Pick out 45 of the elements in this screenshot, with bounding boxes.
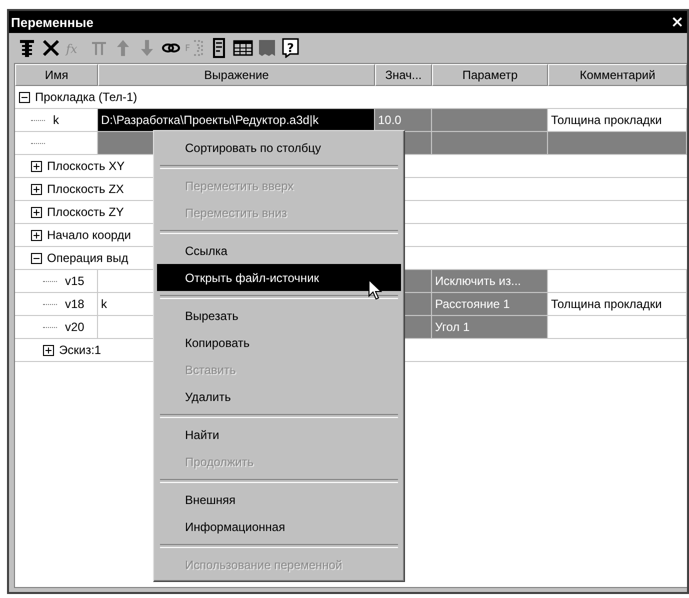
tree-node-label: Плоскость ZX bbox=[47, 182, 124, 196]
expand-icon[interactable] bbox=[31, 184, 42, 194]
column-header[interactable]: Параметр bbox=[432, 64, 548, 86]
table-icon[interactable] bbox=[233, 38, 253, 58]
column-header[interactable]: Имя bbox=[15, 64, 98, 86]
tree-node-label: Начало коорди bbox=[47, 228, 131, 242]
column-header[interactable]: Выражение bbox=[98, 64, 375, 86]
tree-node-label: Прокладка (Тел-1) bbox=[35, 90, 138, 104]
variable-name: v15 bbox=[65, 274, 84, 288]
delete-icon[interactable] bbox=[41, 38, 61, 58]
help-icon[interactable]: ? bbox=[281, 38, 301, 58]
table-cell: Угол 1 bbox=[432, 316, 548, 338]
variable-name: k bbox=[53, 113, 59, 127]
table-cell: Толщина прокладки bbox=[548, 293, 687, 315]
expand-icon[interactable] bbox=[31, 206, 42, 218]
tree-node-label: Плоскость XY bbox=[47, 159, 125, 173]
expand-icon[interactable] bbox=[31, 230, 42, 240]
collapse-icon[interactable] bbox=[19, 92, 30, 102]
menu-item[interactable]: Ссылка bbox=[157, 237, 401, 264]
collapse-icon[interactable] bbox=[31, 252, 42, 264]
expand-icon[interactable] bbox=[31, 160, 42, 172]
menu-item[interactable]: Сортировать по столбцу bbox=[157, 134, 401, 161]
menu-item[interactable]: Внешняя bbox=[157, 486, 401, 513]
window-title: Переменные bbox=[11, 14, 94, 30]
table-cell: Исключить из... bbox=[432, 270, 548, 292]
expand-icon[interactable] bbox=[43, 344, 54, 356]
table-cell[interactable]: D:\Разработка\Проекты\Редуктор.a3d|k bbox=[98, 109, 375, 131]
tree-node-label: Эскиз:1 bbox=[59, 343, 102, 357]
table-cell: Расстояние 1 bbox=[432, 293, 548, 315]
pointer-icon bbox=[368, 279, 382, 301]
tree-node-label: Плоскость ZY bbox=[47, 205, 124, 219]
menu-item[interactable]: Вырезать bbox=[157, 302, 401, 329]
menu-item[interactable]: Копировать bbox=[157, 329, 401, 356]
menu-item[interactable]: Информационная bbox=[157, 513, 401, 540]
table-cell: Толщина прокладки bbox=[548, 109, 687, 131]
table-cell: 10.0 bbox=[375, 109, 432, 131]
menu-item[interactable]: Найти bbox=[157, 421, 401, 448]
book-icon[interactable] bbox=[257, 38, 277, 58]
menu-item[interactable]: Открыть файл-источник bbox=[157, 264, 401, 291]
tree-node-label: Операция выд bbox=[47, 251, 128, 265]
variable-name: v20 bbox=[65, 320, 84, 334]
menu-item[interactable]: Удалить bbox=[157, 383, 401, 410]
column-header[interactable]: Знач... bbox=[375, 64, 432, 86]
column-header[interactable]: Комментарий bbox=[548, 64, 687, 86]
variable-name: v18 bbox=[65, 297, 84, 311]
